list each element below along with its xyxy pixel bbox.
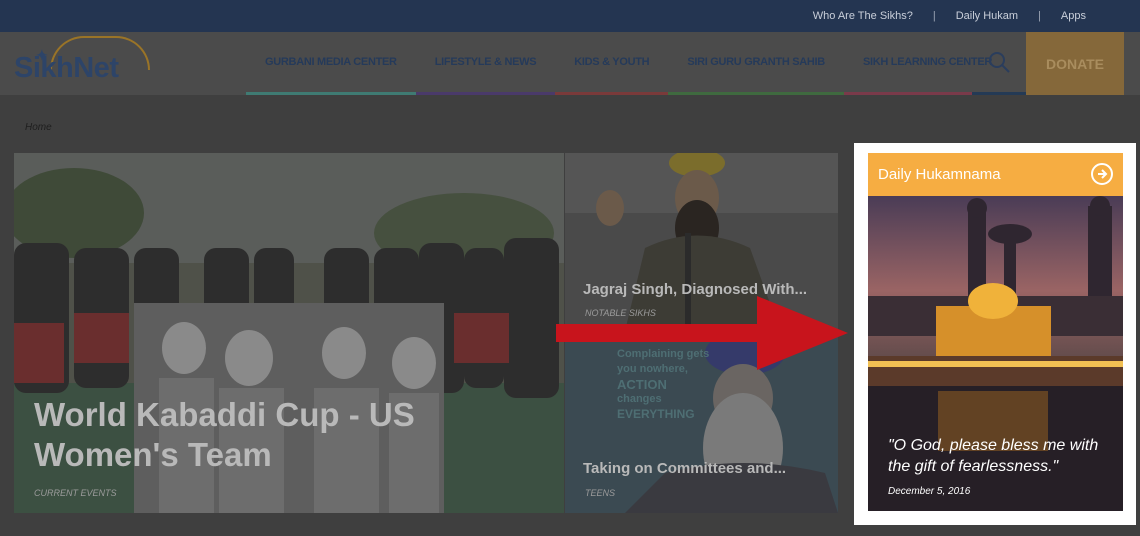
search-icon bbox=[989, 52, 1010, 73]
breadcrumb[interactable]: Home bbox=[25, 122, 52, 133]
search-button[interactable] bbox=[972, 32, 1026, 95]
hukamnama-header[interactable]: Daily Hukamnama bbox=[868, 153, 1123, 196]
nav-lifestyle-news[interactable]: LIFESTYLE & NEWS bbox=[415, 32, 556, 95]
main-nav: GURBANI MEDIA CENTER LIFESTYLE & NEWS KI… bbox=[246, 32, 1011, 95]
hukamnama-quote: "O God, please bless me with the gift of… bbox=[888, 437, 1099, 475]
who-are-the-sikhs-link[interactable]: Who Are The Sikhs? bbox=[793, 10, 933, 22]
hukamnama-title: Daily Hukamnama bbox=[878, 166, 1001, 183]
site-header: ✦ SikhNet GURBANI MEDIA CENTER LIFESTYLE… bbox=[0, 32, 1140, 95]
nav-siri-guru-granth-sahib[interactable]: SIRI GURU GRANTH SAHIB bbox=[668, 32, 844, 95]
red-arrow-annotation bbox=[556, 296, 848, 370]
featured-article-card[interactable]: World Kabaddi Cup - US Women's Team CURR… bbox=[14, 153, 564, 513]
top-bar: Who Are The Sikhs? | Daily Hukam | Apps bbox=[0, 0, 1140, 32]
arrow-right-circle-icon[interactable] bbox=[1091, 163, 1113, 185]
nav-gurbani-media-center[interactable]: GURBANI MEDIA CENTER bbox=[246, 32, 416, 95]
daily-hukam-link[interactable]: Daily Hukam bbox=[936, 10, 1038, 22]
article-category[interactable]: TEENS bbox=[585, 488, 615, 498]
article-title[interactable]: Taking on Committees and... bbox=[583, 460, 786, 477]
daily-hukamnama-card[interactable]: Daily Hukamnama "O God, please bless me … bbox=[868, 153, 1123, 511]
sikhnet-logo[interactable]: ✦ SikhNet bbox=[14, 36, 150, 84]
nav-kids-youth[interactable]: KIDS & YOUTH bbox=[555, 32, 669, 95]
featured-article-category[interactable]: CURRENT EVENTS bbox=[34, 488, 117, 498]
featured-article-title[interactable]: World Kabaddi Cup - US Women's Team bbox=[34, 395, 415, 475]
logo-text: SikhNet bbox=[14, 52, 119, 84]
apps-link[interactable]: Apps bbox=[1041, 10, 1106, 22]
donate-button[interactable]: DONATE bbox=[1026, 32, 1124, 95]
hukamnama-date: December 5, 2016 bbox=[888, 486, 971, 497]
